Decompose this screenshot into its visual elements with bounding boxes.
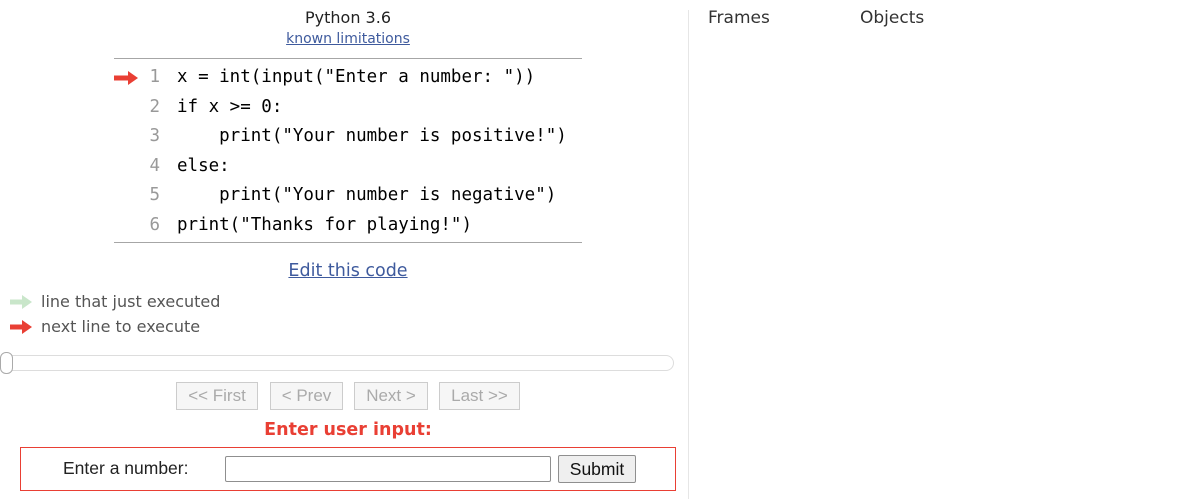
code-line-3: 3 print("Your number is positive!") xyxy=(114,122,582,151)
code-text: print("Your number is positive!") xyxy=(177,126,567,146)
line-number: 3 xyxy=(149,126,160,146)
edit-code-link[interactable]: Edit this code xyxy=(0,261,696,281)
executed-line-arrow-icon xyxy=(10,295,32,309)
legend-next: next line to execute xyxy=(10,317,310,337)
user-input-field[interactable] xyxy=(225,456,551,482)
legend-next-label: next line to execute xyxy=(41,317,201,336)
code-line-1: 1 x = int(input("Enter a number: ")) xyxy=(114,63,582,92)
code-line-6: 6 print("Thanks for playing!") xyxy=(114,211,582,240)
pane-divider xyxy=(688,10,689,499)
line-number: 2 xyxy=(149,97,160,117)
line-number: 1 xyxy=(149,67,160,87)
prev-button[interactable]: < Prev xyxy=(270,382,343,410)
input-label: Enter a number: xyxy=(63,458,189,478)
submit-button[interactable]: Submit xyxy=(558,455,636,483)
last-button[interactable]: Last >> xyxy=(439,382,520,410)
legend-executed-label: line that just executed xyxy=(41,292,221,311)
user-input-prompt: Enter user input: xyxy=(264,420,432,440)
next-button[interactable]: Next > xyxy=(354,382,428,410)
language-title: Python 3.6 xyxy=(305,8,391,27)
line-number: 6 xyxy=(149,215,160,235)
next-line-legend-arrow-icon xyxy=(10,320,32,334)
code-line-2: 2 if x >= 0: xyxy=(114,93,582,122)
code-text: x = int(input("Enter a number: ")) xyxy=(177,67,536,87)
code-line-5: 5 print("Your number is negative") xyxy=(114,181,582,210)
first-button[interactable]: << First xyxy=(176,382,258,410)
code-display: 1 x = int(input("Enter a number: ")) 2 i… xyxy=(114,58,582,243)
code-text: print("Your number is negative") xyxy=(177,185,557,205)
frames-header: Frames xyxy=(708,8,770,28)
code-pane: Python 3.6 known limitations 1 x = int(i… xyxy=(0,0,688,499)
slider-handle[interactable] xyxy=(0,352,13,374)
code-line-4: 4 else: xyxy=(114,152,582,181)
language-header: Python 3.6 known limitations xyxy=(0,8,696,48)
code-text: print("Thanks for playing!") xyxy=(177,215,473,235)
code-text: if x >= 0: xyxy=(177,97,283,117)
execution-slider[interactable] xyxy=(2,355,674,371)
legend-executed: line that just executed xyxy=(10,292,310,312)
objects-header: Objects xyxy=(860,8,925,28)
user-input-box: Enter a number: Submit xyxy=(20,447,676,491)
line-number: 4 xyxy=(149,156,160,176)
line-number: 5 xyxy=(149,185,160,205)
code-text: else: xyxy=(177,156,230,176)
known-limitations-link[interactable]: known limitations xyxy=(286,31,410,48)
